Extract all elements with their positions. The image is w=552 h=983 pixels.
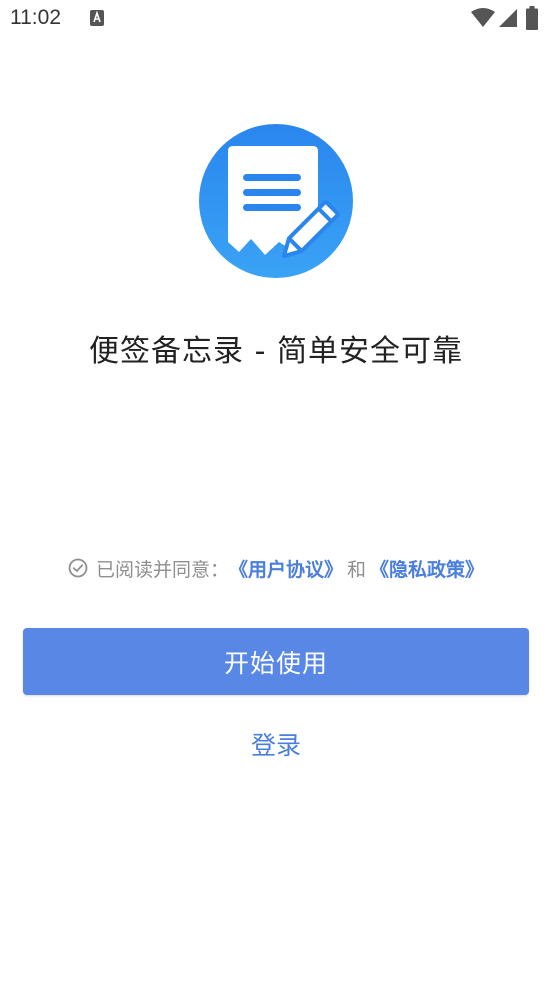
agreement-prefix: 已阅读并同意： bbox=[95, 558, 229, 581]
cell-signal-icon bbox=[499, 9, 517, 27]
login-link[interactable]: 登录 bbox=[0, 726, 552, 762]
agreement-and: 和 bbox=[347, 558, 367, 581]
battery-icon bbox=[526, 6, 538, 30]
agreement-row: 已阅读并同意： 《用户协议》 和 《隐私政策》 bbox=[0, 553, 552, 583]
checkbox-checked-icon[interactable] bbox=[68, 558, 88, 578]
app-title: 便签备忘录 - 简单安全可靠 bbox=[89, 334, 463, 369]
status-time: 11:02 bbox=[10, 6, 61, 29]
status-bar: 11:02 bbox=[0, 0, 552, 38]
text-notification-icon bbox=[90, 10, 104, 26]
start-button[interactable]: 开始使用 bbox=[23, 628, 529, 695]
user-agreement-link[interactable]: 《用户协议》 bbox=[229, 555, 343, 582]
wifi-icon bbox=[471, 8, 495, 27]
notepad-pencil-logo bbox=[199, 124, 353, 278]
privacy-policy-link[interactable]: 《隐私政策》 bbox=[370, 555, 484, 582]
